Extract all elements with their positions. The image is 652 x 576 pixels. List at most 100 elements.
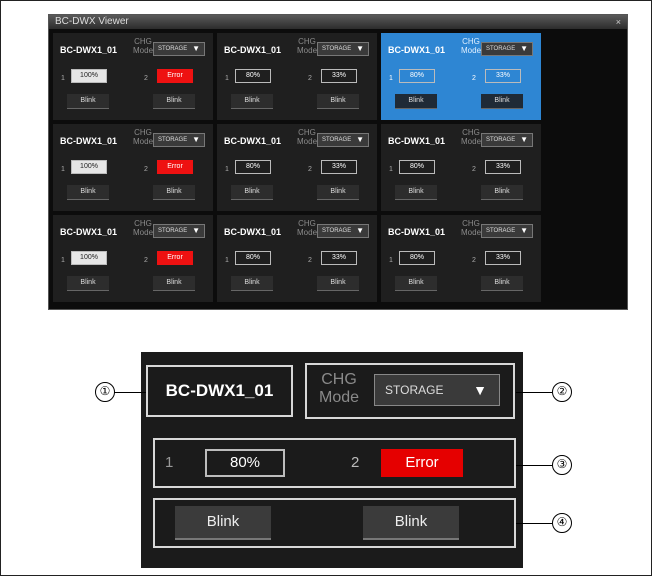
blink-button-2[interactable]: Blink — [481, 185, 523, 200]
slot2-battery: 33% — [485, 251, 521, 265]
slot2-battery: 33% — [485, 160, 521, 174]
detail-slot2-error-badge: Error — [381, 449, 463, 477]
mode-label: CHG Mode — [461, 128, 482, 146]
mode-label: CHG Mode — [133, 219, 154, 237]
slot1-battery: 80% — [399, 69, 435, 83]
mode-dropdown[interactable]: STORAGE ▼ — [317, 42, 369, 56]
blink-button-1[interactable]: Blink — [67, 94, 109, 109]
callout-4: ④ — [552, 513, 572, 533]
charger-cell[interactable]: BC-DWX1_01 CHG Mode STORAGE ▼ 1 100% 2 Error Bli… — [53, 33, 213, 120]
mode-value: STORAGE — [158, 228, 188, 234]
blink-button-1[interactable]: Blink — [395, 94, 437, 109]
chevron-down-icon: ▼ — [356, 135, 364, 144]
blink-button-1[interactable]: Blink — [231, 185, 273, 200]
callout-line-2 — [516, 392, 552, 393]
slot2-battery: 33% — [321, 251, 357, 265]
slot2-index: 2 — [308, 166, 312, 173]
detail-blink-row: Blink Blink — [153, 498, 516, 548]
bc-dwx-viewer-window: BC-DWX Viewer × BC-DWX1_01 CHG Mode STORAG… — [48, 14, 628, 310]
detail-battery-row: 1 80% 2 Error — [153, 438, 516, 488]
slot1-index: 1 — [225, 75, 229, 82]
mode-dropdown[interactable]: STORAGE ▼ — [153, 224, 205, 238]
detail-slot2-index: 2 — [351, 454, 360, 471]
detail-mode-dropdown[interactable]: STORAGE ▼ — [374, 374, 500, 406]
mode-value: STORAGE — [322, 228, 352, 234]
blink-button-1[interactable]: Blink — [67, 185, 109, 200]
callout-line-3 — [516, 465, 552, 466]
mode-dropdown[interactable]: STORAGE ▼ — [153, 133, 205, 147]
mode-dropdown[interactable]: STORAGE ▼ — [153, 42, 205, 56]
blink-button-2[interactable]: Blink — [481, 94, 523, 109]
blink-button-2[interactable]: Blink — [153, 185, 195, 200]
blink-button-2[interactable]: Blink — [317, 185, 359, 200]
charger-name: BC-DWX1_01 — [388, 136, 446, 146]
blink-button-2[interactable]: Blink — [481, 276, 523, 291]
slot1-battery: 100% — [71, 251, 107, 265]
blink-button-1[interactable]: Blink — [395, 185, 437, 200]
slot1-battery: 80% — [235, 69, 271, 83]
mode-label: CHG Mode — [133, 37, 154, 55]
charger-cell[interactable]: BC-DWX1_01 CHG Mode STORAGE ▼ 1 100% 2 Error Bli… — [53, 124, 213, 211]
blink-button-2[interactable]: Blink — [153, 276, 195, 291]
mode-dropdown[interactable]: STORAGE ▼ — [481, 42, 533, 56]
blink-button-1[interactable]: Blink — [231, 276, 273, 291]
detail-blink-button-2[interactable]: Blink — [363, 506, 459, 540]
mode-dropdown[interactable]: STORAGE ▼ — [317, 224, 369, 238]
slot1-battery: 100% — [71, 69, 107, 83]
callout-2: ② — [552, 382, 572, 402]
charger-name: BC-DWX1_01 — [60, 227, 118, 237]
slot2-index: 2 — [144, 75, 148, 82]
mode-dropdown[interactable]: STORAGE ▼ — [481, 133, 533, 147]
charger-cell[interactable]: BC-DWX1_01 CHG Mode STORAGE ▼ 1 80% 2 33% Blink B… — [217, 33, 377, 120]
detail-mode-group: CHG Mode STORAGE ▼ — [305, 363, 515, 419]
blink-button-2[interactable]: Blink — [317, 276, 359, 291]
callout-3: ③ — [552, 455, 572, 475]
charger-cell[interactable]: BC-DWX1_01 CHG Mode STORAGE ▼ 1 80% 2 33% Blink B… — [381, 215, 541, 302]
chevron-down-icon: ▼ — [520, 226, 528, 235]
blink-button-2[interactable]: Blink — [153, 94, 195, 109]
blink-button-1[interactable]: Blink — [67, 276, 109, 291]
blink-button-2[interactable]: Blink — [317, 94, 359, 109]
callout-line-1 — [114, 392, 146, 393]
charger-cell[interactable]: BC-DWX1_01 CHG Mode STORAGE ▼ 1 80% 2 33% Blink B… — [217, 124, 377, 211]
mode-label: CHG Mode — [297, 37, 318, 55]
slot2-battery: 33% — [321, 160, 357, 174]
charger-cell[interactable]: BC-DWX1_01 CHG Mode STORAGE ▼ 1 100% 2 Error Bli… — [53, 215, 213, 302]
mode-dropdown[interactable]: STORAGE ▼ — [317, 133, 369, 147]
slot2-battery: 33% — [485, 69, 521, 83]
blink-button-1[interactable]: Blink — [395, 276, 437, 291]
slot1-battery: 80% — [235, 160, 271, 174]
detail-slot1-battery: 80% — [205, 449, 285, 477]
charger-cell[interactable]: BC-DWX1_01 CHG Mode STORAGE ▼ 1 80% 2 33% Blink B… — [381, 124, 541, 211]
close-icon[interactable]: × — [616, 15, 621, 29]
chevron-down-icon: ▼ — [192, 226, 200, 235]
chevron-down-icon: ▼ — [192, 44, 200, 53]
slot1-index: 1 — [389, 166, 393, 173]
detail-blink-button-1[interactable]: Blink — [175, 506, 271, 540]
blink-button-1[interactable]: Blink — [231, 94, 273, 109]
charger-cell[interactable]: BC-DWX1_01 CHG Mode STORAGE ▼ 1 80% 2 33% Blink B… — [217, 215, 377, 302]
mode-dropdown[interactable]: STORAGE ▼ — [481, 224, 533, 238]
chevron-down-icon: ▼ — [192, 135, 200, 144]
slot1-battery: 80% — [235, 251, 271, 265]
charger-name: BC-DWX1_01 — [224, 227, 282, 237]
slot2-battery: 33% — [321, 69, 357, 83]
slot2-index: 2 — [472, 257, 476, 264]
mode-value: STORAGE — [322, 46, 352, 52]
mode-value: STORAGE — [158, 46, 188, 52]
charger-name: BC-DWX1_01 — [60, 45, 118, 55]
chevron-down-icon: ▼ — [473, 382, 487, 398]
slot1-index: 1 — [389, 75, 393, 82]
slot2-index: 2 — [308, 75, 312, 82]
chevron-down-icon: ▼ — [520, 44, 528, 53]
window-titlebar: BC-DWX Viewer × — [49, 15, 627, 29]
slot2-index: 2 — [472, 166, 476, 173]
mode-label: CHG Mode — [297, 219, 318, 237]
detail-mode-label: CHG Mode — [319, 371, 360, 406]
chevron-down-icon: ▼ — [356, 44, 364, 53]
slot2-battery: Error — [157, 251, 193, 265]
mode-label: CHG Mode — [297, 128, 318, 146]
window-title: BC-DWX Viewer — [55, 16, 129, 27]
slot1-battery: 80% — [399, 160, 435, 174]
charger-cell[interactable]: BC-DWX1_01 CHG Mode STORAGE ▼ 1 80% 2 33% Blink B… — [381, 33, 541, 120]
